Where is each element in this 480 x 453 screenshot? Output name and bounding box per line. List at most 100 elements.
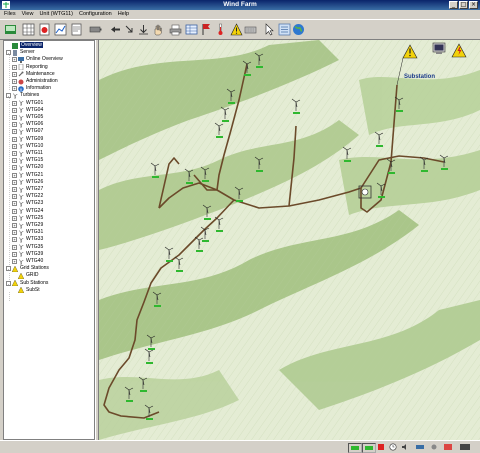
tree-item[interactable]: + WTG07: [12, 128, 43, 135]
expander-icon[interactable]: -: [6, 280, 11, 286]
expander-icon[interactable]: +: [12, 151, 17, 156]
keyboard-icon[interactable]: [243, 22, 258, 37]
tree-item[interactable]: + WTG10: [12, 143, 43, 150]
trend-chart-icon[interactable]: [53, 22, 68, 37]
expander-icon[interactable]: +: [12, 107, 17, 113]
hand-icon[interactable]: [150, 22, 165, 37]
expander-icon[interactable]: -: [6, 50, 11, 56]
overview-icon[interactable]: [3, 22, 18, 37]
expander-icon[interactable]: +: [12, 79, 17, 84]
tree-item[interactable]: + Information: [12, 85, 51, 92]
expander-icon[interactable]: +: [12, 122, 17, 128]
tree-item[interactable]: + Online Overview: [12, 56, 63, 63]
tree-item[interactable]: + WTG24: [12, 208, 43, 215]
expander-icon[interactable]: +: [12, 143, 17, 149]
expander-icon[interactable]: +: [12, 71, 17, 77]
expander-icon[interactable]: -: [6, 93, 11, 99]
menu-view[interactable]: View: [22, 10, 34, 19]
expander-icon[interactable]: +: [12, 115, 17, 120]
tree-item[interactable]: GRID: [12, 272, 39, 279]
expander-icon[interactable]: -: [6, 266, 11, 272]
settings-icon[interactable]: [428, 443, 440, 451]
expander-icon[interactable]: +: [12, 237, 17, 243]
expander-icon[interactable]: +: [12, 194, 17, 200]
globe-icon[interactable]: [291, 22, 306, 37]
arrow-down-right-icon[interactable]: [122, 22, 137, 37]
terrain-map[interactable]: Substation: [99, 40, 480, 440]
tree-item[interactable]: + WTG06: [12, 121, 43, 128]
tree-item[interactable]: + WTG20: [12, 164, 43, 171]
spreadsheet-icon[interactable]: [184, 22, 199, 37]
menu-files[interactable]: Files: [4, 10, 16, 19]
tree-item[interactable]: - Turbines: [6, 92, 39, 99]
clock-icon[interactable]: [388, 443, 398, 451]
expander-icon[interactable]: +: [12, 187, 17, 192]
expander-icon[interactable]: +: [12, 86, 17, 92]
expander-icon[interactable]: +: [12, 100, 17, 106]
list-icon[interactable]: [277, 22, 292, 37]
tree-item[interactable]: + WTG11: [12, 150, 43, 157]
tree-item[interactable]: + WTG26: [12, 179, 43, 186]
tree-item[interactable]: + WTG05: [12, 114, 43, 121]
tree-item[interactable]: + WTG01: [12, 100, 43, 107]
menu-configuration[interactable]: Configuration: [79, 10, 112, 19]
arrow-down-icon[interactable]: [136, 22, 151, 37]
exit-icon[interactable]: [458, 443, 472, 451]
tree-item[interactable]: + WTG29: [12, 222, 43, 229]
arrow-left-icon[interactable]: [108, 22, 123, 37]
tree-item[interactable]: + Maintenance: [12, 71, 55, 78]
tree-item[interactable]: SubSt: [12, 287, 40, 294]
tree-item[interactable]: - Grid Stations: [6, 265, 49, 272]
expander-icon[interactable]: +: [12, 57, 17, 63]
wind-farm-map[interactable]: Substation: [99, 40, 480, 440]
expander-icon[interactable]: +: [12, 259, 17, 264]
minimize-button[interactable]: _: [449, 1, 458, 9]
speaker-icon[interactable]: [400, 443, 412, 451]
expander-icon[interactable]: +: [12, 129, 17, 135]
tree-item[interactable]: + WTG22: [12, 193, 43, 200]
tree-item[interactable]: - Sub Stations: [6, 280, 48, 287]
expander-icon[interactable]: +: [12, 165, 17, 171]
alarm-list-icon[interactable]: [37, 22, 52, 37]
tree-item[interactable]: Overview: [6, 42, 43, 49]
tree-item[interactable]: + WTG39: [12, 251, 43, 258]
expander-icon[interactable]: +: [12, 172, 17, 178]
expander-icon[interactable]: +: [12, 230, 17, 236]
tree-item[interactable]: + Reporting: [12, 64, 48, 71]
maximize-button[interactable]: □: [459, 1, 468, 9]
warning-icon[interactable]: [229, 22, 244, 37]
close-button[interactable]: ×: [469, 1, 478, 9]
tree-item[interactable]: + WTG23: [12, 200, 43, 207]
expander-icon[interactable]: +: [12, 64, 17, 70]
pointer-icon[interactable]: [262, 22, 277, 37]
alarm-icon[interactable]: [376, 443, 386, 451]
tree-item[interactable]: + WTG04: [12, 107, 43, 114]
menu-help[interactable]: Help: [118, 10, 129, 19]
tree-item[interactable]: + WTG35: [12, 244, 43, 251]
comm-icon[interactable]: [442, 443, 454, 451]
expander-icon[interactable]: +: [12, 158, 17, 164]
tree-item[interactable]: + WTG33: [12, 236, 43, 243]
network-icon[interactable]: [414, 443, 426, 451]
tree-item[interactable]: + WTG40: [12, 258, 43, 265]
expander-icon[interactable]: +: [12, 136, 17, 142]
tree-item[interactable]: + WTG21: [12, 172, 43, 179]
expander-icon[interactable]: +: [12, 179, 17, 185]
thermometer-icon[interactable]: [213, 22, 228, 37]
expander-icon[interactable]: +: [12, 244, 17, 250]
expander-icon[interactable]: +: [12, 215, 17, 221]
menu-unit[interactable]: Unit (WTG11): [39, 10, 73, 19]
expander-icon[interactable]: +: [12, 251, 17, 257]
tree-item[interactable]: + WTG25: [12, 215, 43, 222]
grid-icon[interactable]: [21, 22, 36, 37]
navigation-tree[interactable]: Overview - Server + Online Overview + Reportin…: [3, 40, 95, 440]
tree-item[interactable]: + WTG31: [12, 229, 43, 236]
tree-item[interactable]: + Administration: [12, 78, 58, 85]
tree-item[interactable]: + WTG27: [12, 186, 43, 193]
expander-icon[interactable]: +: [12, 201, 17, 207]
expander-icon[interactable]: +: [12, 223, 17, 228]
tree-item[interactable]: + WTG09: [12, 136, 43, 143]
report-icon[interactable]: [69, 22, 84, 37]
battery-icon[interactable]: [88, 22, 103, 37]
tree-item[interactable]: + WTG15: [12, 157, 43, 164]
